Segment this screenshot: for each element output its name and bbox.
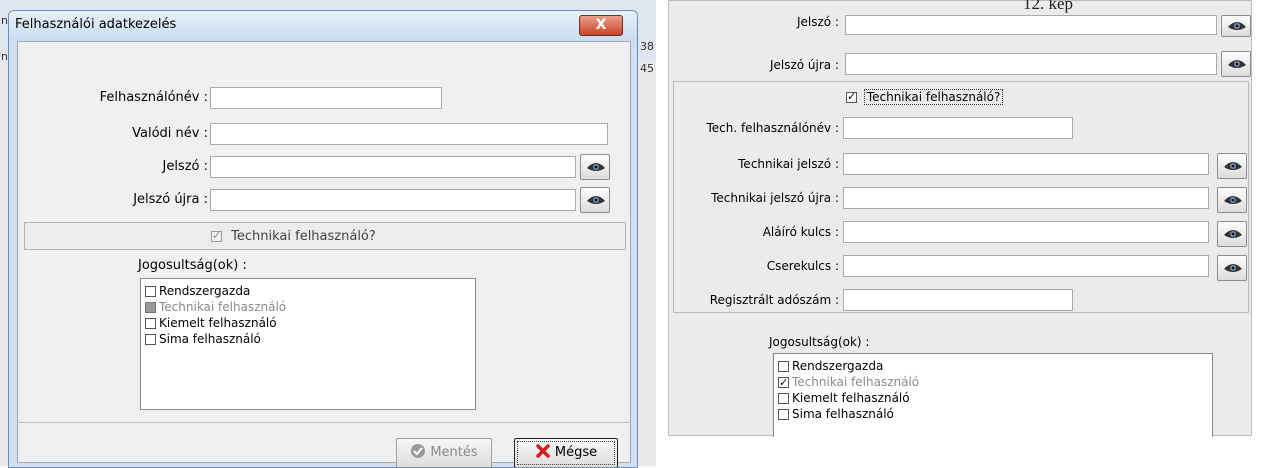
password-input[interactable] [845,15,1217,35]
realname-label: Valódi név : [132,126,208,141]
permission-label: Sima felhasználó [792,407,894,421]
permissions-list[interactable]: Rendszergazda Technikai felhasználó Kiem… [140,278,476,410]
save-button[interactable]: Mentés [396,438,492,467]
eye-icon [1224,196,1242,204]
footer-divider [18,422,630,423]
eye-icon [1228,22,1246,30]
tech-password-again-input[interactable] [843,187,1209,209]
user-management-dialog: Felhasználói adatkezelés X Felhasználóné… [8,10,638,468]
permission-label: Technikai felhasználó [792,375,920,389]
permissions-label: Jogosultság(ok) : [138,258,247,273]
checkbox-box [778,409,789,420]
show-password-button[interactable] [580,154,610,180]
eye-icon [1224,162,1242,170]
permission-label: Technikai felhasználó [159,300,287,314]
show-password-button[interactable] [1221,15,1251,37]
figure-caption: 12. kép [1023,0,1074,13]
signing-key-label: Aláíró kulcs : [762,225,839,239]
password-again-input[interactable] [845,53,1217,75]
tax-number-input[interactable] [843,289,1073,311]
dialog-body: Felhasználónév : Valódi név : Jelszó : J… [17,41,631,467]
checkbox-box [778,393,789,404]
permission-item-highlighted[interactable]: Kiemelt felhasználó [141,315,475,331]
permission-label: Rendszergazda [159,284,251,298]
permission-label: Rendszergazda [792,359,884,373]
background-text-fragment: n [1,14,8,27]
permission-item-admin[interactable]: Rendszergazda [141,283,475,299]
save-button-label: Mentés [430,445,478,460]
checkbox-box [778,361,789,372]
extended-form-panel: Jelszó : Jelszó újra : Technikai felhasz… [668,0,1252,437]
eye-icon [587,163,605,171]
close-button[interactable]: X [579,15,623,36]
show-tech-password-again-button[interactable] [1217,187,1247,213]
show-tech-password-button[interactable] [1217,153,1247,179]
permission-item-technical: Technikai felhasználó [141,299,475,315]
checkbox-box [145,334,156,345]
tech-username-label: Tech. felhasználónév : [706,121,839,135]
checkbox-box [846,90,857,103]
technical-user-checkbox-label: Technikai felhasználó? [863,89,1004,105]
checkbox-box [145,286,156,297]
technical-user-checkbox[interactable]: Technikai felhasználó? [846,89,1004,105]
password-label-partial: Jelszó : [796,15,839,29]
password-label: Jelszó : [162,159,208,174]
checkbox-box [145,318,156,329]
realname-input[interactable] [210,123,608,145]
username-label: Felhasználónév : [99,90,208,105]
password-again-label: Jelszó újra : [769,58,839,72]
password-again-label: Jelszó újra : [133,192,208,207]
show-password-again-button[interactable] [1221,51,1251,77]
close-icon: X [595,17,607,33]
show-exchange-key-button[interactable] [1217,255,1247,281]
show-password-again-button[interactable] [580,187,610,213]
password-again-input[interactable] [210,189,576,211]
signing-key-input[interactable] [843,221,1209,243]
permission-label: Kiemelt felhasználó [792,391,910,405]
permission-item-simple[interactable]: Sima felhasználó [774,406,1212,422]
dialog-title: Felhasználói adatkezelés [15,17,177,32]
background-text-fragment: 38 [640,40,654,53]
show-signing-key-button[interactable] [1217,221,1247,247]
background-text-fragment: 45 [640,62,654,75]
extended-form-screenshot: Jelszó : Jelszó újra : Technikai felhasz… [660,0,1276,466]
permission-item-technical: Technikai felhasználó [774,374,1212,391]
background-text-fragment: n [1,50,8,63]
permissions-label: Jogosultság(ok) : [769,335,870,349]
checkbox-box [778,375,789,391]
technical-user-checkbox-label: Technikai felhasználó? [231,229,376,244]
exchange-key-input[interactable] [843,255,1209,277]
permission-item-admin[interactable]: Rendszergazda [774,358,1212,374]
exchange-key-label: Cserekulcs : [766,259,839,273]
red-x-icon [536,444,550,458]
cancel-button[interactable]: Mégse [514,438,618,467]
permission-item-highlighted[interactable]: Kiemelt felhasználó [774,390,1212,406]
permission-label: Kiemelt felhasználó [159,316,277,330]
tech-password-again-label: Technikai jelszó újra : [711,191,839,205]
permission-label: Sima felhasználó [159,332,261,346]
password-input[interactable] [210,156,576,178]
tech-password-label: Technikai jelszó : [738,157,839,171]
permission-item-simple[interactable]: Sima felhasználó [141,331,475,347]
tax-number-label: Regisztrált adószám : [709,293,839,307]
eye-icon [1224,230,1242,238]
checkbox-box [145,302,156,313]
dialog-titlebar[interactable]: Felhasználói adatkezelés X [9,11,637,41]
checkmark-circle-icon [411,444,426,458]
checkbox-box [211,229,222,242]
cancel-button-label: Mégse [554,445,598,460]
tech-username-input[interactable] [843,117,1073,139]
tech-password-input[interactable] [843,153,1209,175]
username-input[interactable] [210,87,442,109]
technical-user-checkbox[interactable]: Technikai felhasználó? [211,229,376,244]
eye-icon [1224,264,1242,272]
permissions-list[interactable]: Rendszergazda Technikai felhasználó Kiem… [773,353,1213,437]
eye-icon [587,196,605,204]
eye-icon [1228,60,1246,68]
technical-user-bar: Technikai felhasználó? [24,222,626,250]
